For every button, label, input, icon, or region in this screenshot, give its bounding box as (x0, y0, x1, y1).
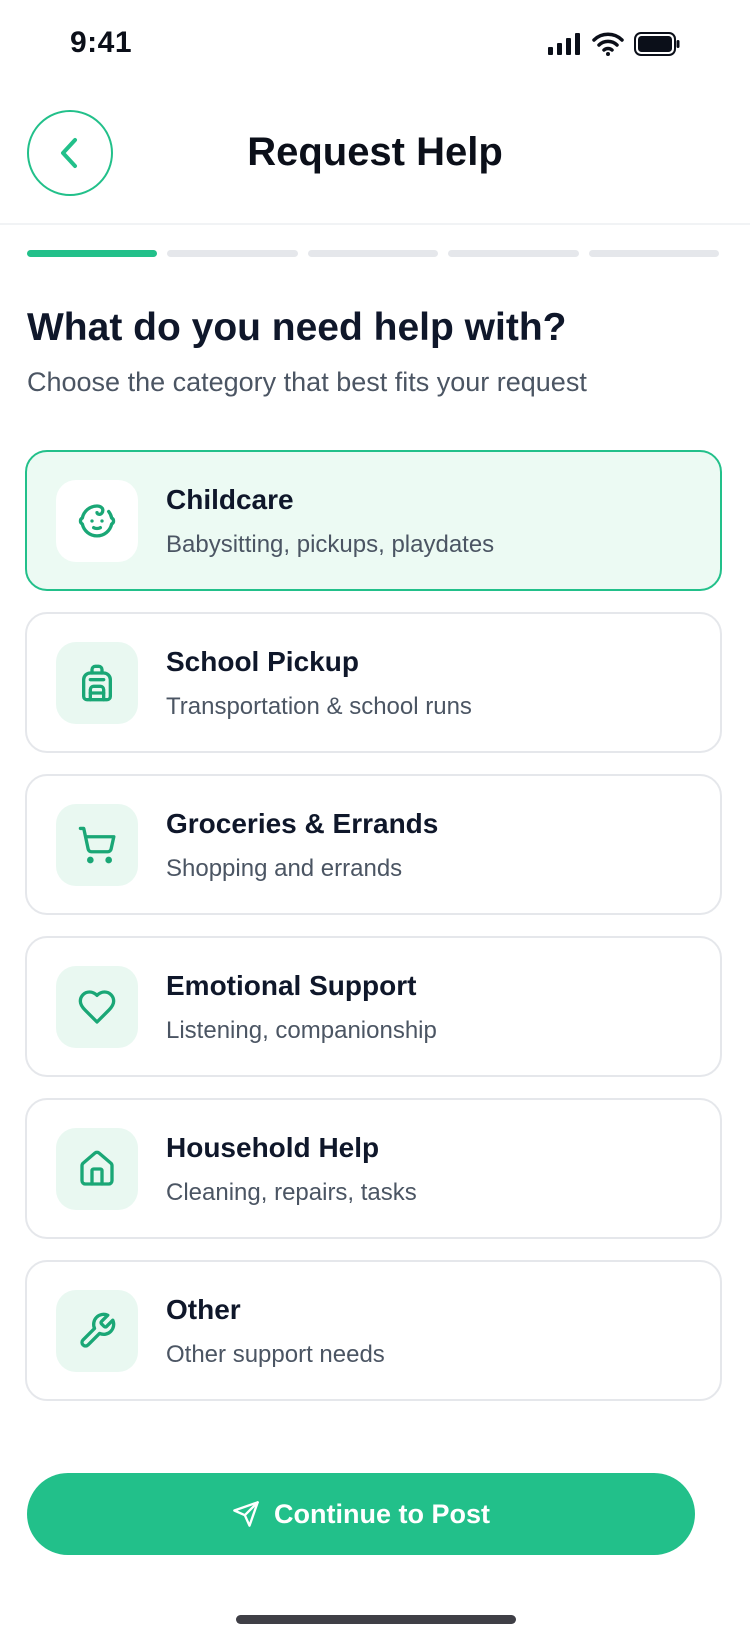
continue-button-label: Continue to Post (274, 1498, 490, 1529)
category-description: Other support needs (166, 1341, 385, 1368)
status-time: 9:41 (70, 26, 133, 59)
category-icon-box (56, 1128, 138, 1210)
heart-icon (78, 990, 116, 1024)
category-title: Emotional Support (166, 970, 417, 1001)
category-title: Childcare (166, 484, 294, 515)
home-indicator (236, 1615, 516, 1624)
category-title: Other (166, 1294, 241, 1325)
baby-face-icon (78, 504, 116, 538)
progress-step (588, 250, 720, 257)
category-description: Cleaning, repairs, tasks (166, 1179, 417, 1206)
continue-button[interactable]: Continue to Post (27, 1473, 695, 1555)
send-icon (233, 1501, 259, 1527)
header: Request Help (0, 90, 750, 225)
battery-icon (634, 32, 680, 56)
category-card-other[interactable]: Other Other support needs (25, 1260, 722, 1401)
home-icon (80, 1150, 114, 1186)
progress-step (307, 250, 439, 257)
category-description: Shopping and errands (166, 855, 403, 882)
category-card-school-pickup[interactable]: School Pickup Transportation & school ru… (25, 612, 722, 753)
question-title: What do you need help with? (27, 306, 567, 349)
category-card-emotional-support[interactable]: Emotional Support Listening, companionsh… (25, 936, 722, 1077)
wrench-icon (80, 1312, 116, 1348)
category-description: Transportation & school runs (166, 693, 472, 720)
progress-step (448, 250, 579, 257)
backpack-icon (82, 664, 113, 702)
category-icon-box (56, 804, 138, 886)
category-title: School Pickup (166, 646, 359, 677)
category-icon-box (56, 1290, 138, 1372)
cellular-signal-icon (548, 33, 580, 55)
progress-step (27, 250, 158, 257)
progress-step (167, 250, 298, 257)
category-card-childcare[interactable]: Childcare Babysitting, pickups, playdate… (25, 450, 722, 591)
page-title: Request Help (247, 130, 503, 174)
category-card-household-help[interactable]: Household Help Cleaning, repairs, tasks (25, 1098, 722, 1239)
wifi-icon (592, 32, 624, 56)
status-icons (548, 32, 680, 56)
category-icon-box (56, 966, 138, 1048)
category-list: Childcare Babysitting, pickups, playdate… (25, 450, 722, 1422)
category-title: Groceries & Errands (166, 808, 439, 839)
category-icon-box (56, 642, 138, 724)
category-icon-box (56, 480, 138, 562)
category-description: Babysitting, pickups, playdates (166, 531, 495, 558)
category-description: Listening, companionship (166, 1017, 437, 1044)
category-title: Household Help (166, 1132, 380, 1163)
question-subtitle: Choose the category that best fits your … (27, 367, 587, 397)
step-progress (27, 250, 720, 257)
category-card-groceries[interactable]: Groceries & Errands Shopping and errands (25, 774, 722, 915)
cart-icon (78, 826, 116, 864)
status-bar: 9:41 (0, 0, 750, 90)
